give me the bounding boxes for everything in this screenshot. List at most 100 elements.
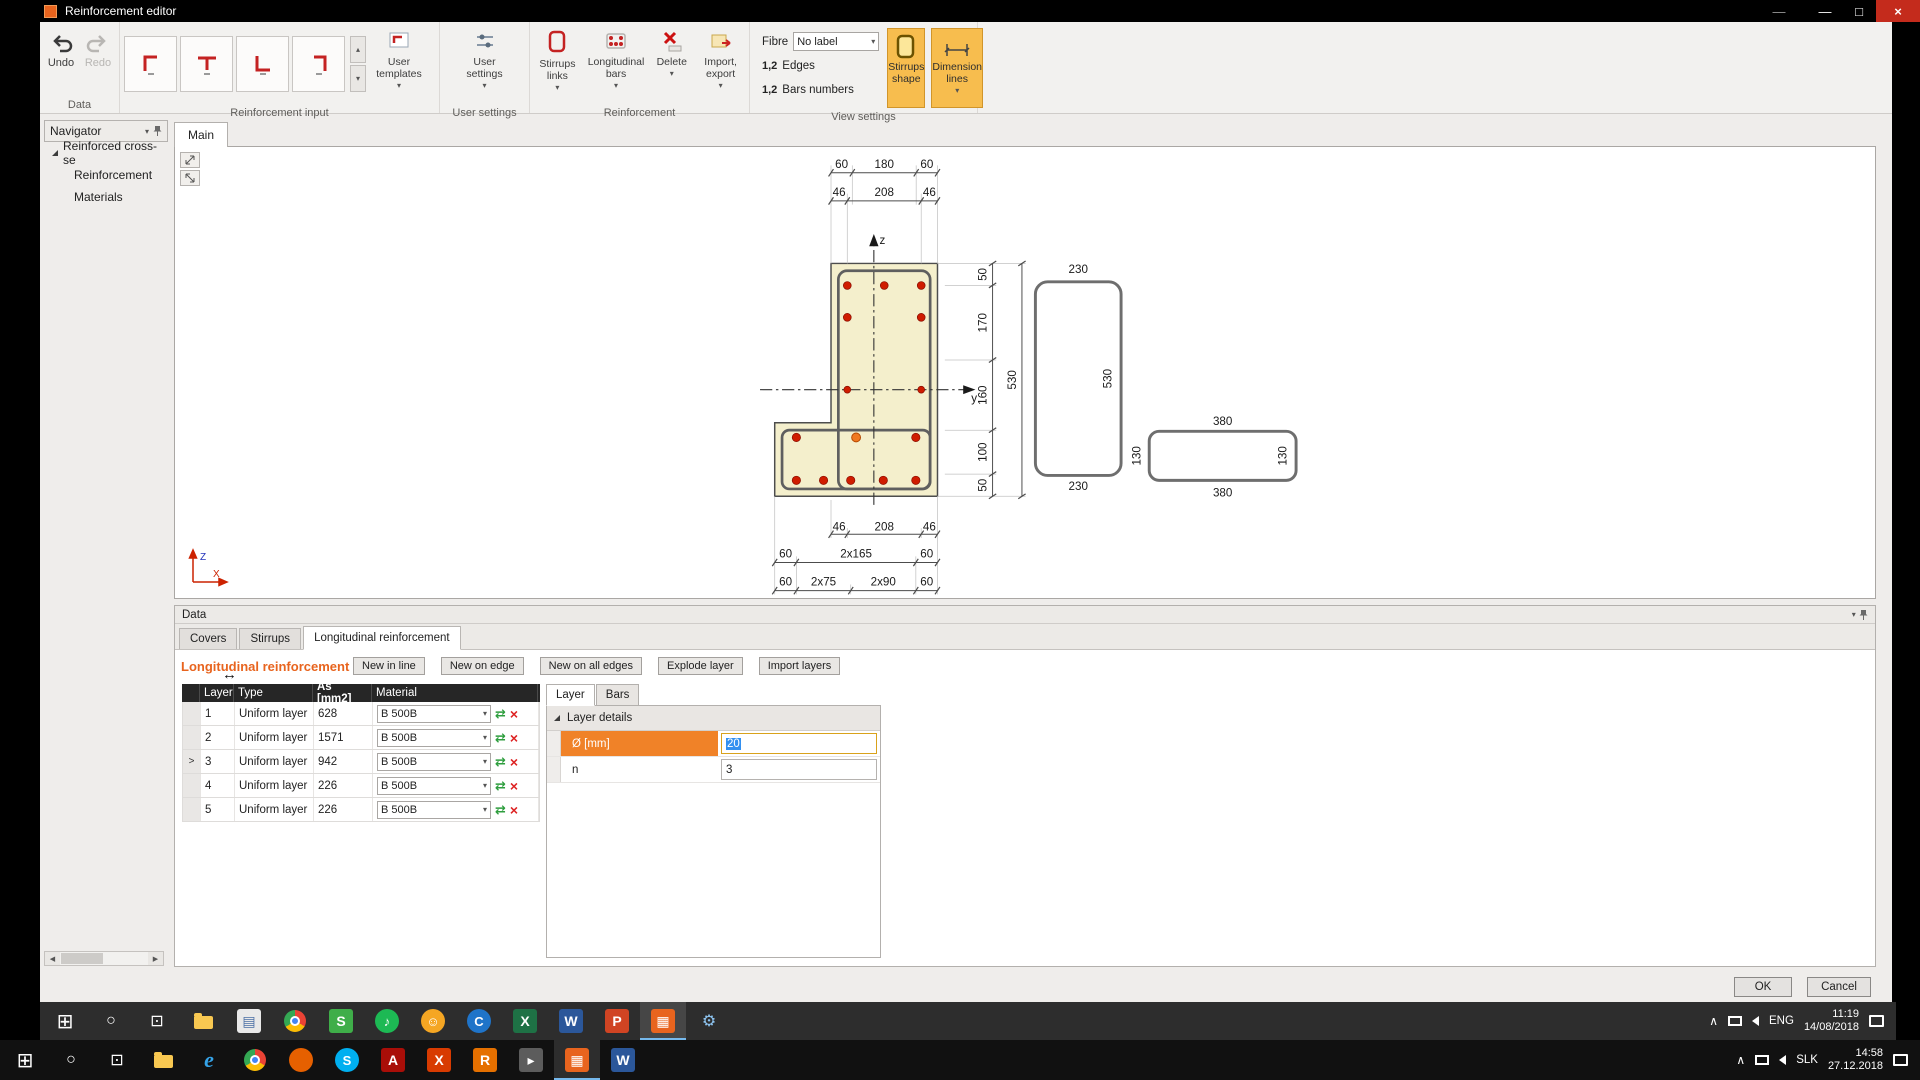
delete-layer-icon[interactable]: × <box>510 706 518 722</box>
diameter-row[interactable]: Ø [mm] 20 <box>547 731 880 757</box>
swap-material-icon[interactable]: ⇄ <box>495 706 506 722</box>
cross-section-drawing[interactable]: z y 60 180 60 46 208 46 46 208 46 60 2x1… <box>175 147 1875 598</box>
template-shape-2-button[interactable] <box>180 36 233 92</box>
tray-chevron-icon[interactable]: ∧ <box>1709 1014 1718 1028</box>
tray-volume-icon[interactable] <box>1779 1055 1787 1065</box>
layer-details-group[interactable]: Layer details <box>547 706 880 731</box>
material-select[interactable]: B 500B ▾ <box>377 800 491 819</box>
tab-bars[interactable]: Bars <box>595 684 640 706</box>
delete-button[interactable]: Delete ▾ <box>651 24 692 104</box>
user-settings-button[interactable]: User settings ▾ <box>455 24 515 104</box>
reinforcement-editor-icon[interactable]: ▦ <box>554 1040 600 1080</box>
new-in-line-button[interactable]: New in line <box>353 657 425 675</box>
blue-c-app-icon[interactable]: C <box>456 1002 502 1040</box>
new-on-all-edges-button[interactable]: New on all edges <box>539 657 643 675</box>
delete-layer-icon[interactable]: × <box>510 802 518 818</box>
expander-icon[interactable] <box>554 715 560 721</box>
task-view-icon[interactable]: ⊡ <box>134 1002 180 1040</box>
edges-toggle[interactable]: 1,2 Edges <box>762 56 879 75</box>
close-button[interactable]: × <box>1876 0 1920 22</box>
delete-layer-icon[interactable]: × <box>510 730 518 746</box>
start-icon[interactable]: ⊞ <box>42 1002 88 1040</box>
minimize-button[interactable]: — <box>1808 0 1842 22</box>
chevron-down-icon[interactable]: ▾ <box>145 127 149 136</box>
undo-button[interactable]: Undo <box>44 24 78 96</box>
tab-layer[interactable]: Layer <box>546 684 595 706</box>
tray-language[interactable]: ENG <box>1769 1015 1794 1027</box>
notification-center-icon[interactable] <box>1893 1054 1908 1066</box>
zoom-fit-button[interactable] <box>180 152 200 168</box>
word-icon[interactable]: W <box>548 1002 594 1040</box>
swap-material-icon[interactable]: ⇄ <box>495 754 506 770</box>
count-input[interactable]: 3 <box>721 759 877 780</box>
bars-numbers-toggle[interactable]: 1,2 Bars numbers <box>762 80 879 99</box>
start-icon[interactable]: ⊞ <box>2 1040 48 1080</box>
media-app-icon[interactable]: ▸ <box>508 1040 554 1080</box>
stirrups-shape-toggle[interactable]: Stirrups shape <box>887 28 926 108</box>
material-select[interactable]: B 500B ▾ <box>377 776 491 795</box>
pin-icon[interactable] <box>1859 609 1868 621</box>
material-select[interactable]: B 500B ▾ <box>377 704 491 723</box>
smiley-app-icon[interactable]: ☺ <box>410 1002 456 1040</box>
dimension-lines-toggle[interactable]: Dimension lines ▾ <box>931 28 983 108</box>
tab-stirrups[interactable]: Stirrups <box>239 628 302 649</box>
fibre-select[interactable]: No label ▾ <box>793 32 880 51</box>
template-scroll-down-button[interactable]: ▾ <box>350 65 366 92</box>
swap-material-icon[interactable]: ⇄ <box>495 802 506 818</box>
user-templates-button[interactable]: User templates ▾ <box>369 24 429 104</box>
tray-volume-icon[interactable] <box>1752 1016 1760 1026</box>
tray-display-icon[interactable] <box>1728 1016 1743 1026</box>
cancel-button[interactable]: Cancel <box>1807 977 1871 997</box>
table-row-selected[interactable]: > 3 Uniform layer 942 B 500B ▾ ⇄ × <box>182 750 540 774</box>
table-row[interactable]: 5 Uniform layer 226 B 500B ▾ ⇄ × <box>182 798 540 822</box>
scrollbar-thumb[interactable] <box>61 953 103 964</box>
notes-app-icon[interactable]: ▤ <box>226 1002 272 1040</box>
spotify-icon[interactable]: ♪ <box>364 1002 410 1040</box>
tray-clock[interactable]: 14:58 27.12.2018 <box>1828 1047 1883 1073</box>
chevron-down-icon[interactable]: ▾ <box>1852 610 1856 619</box>
search-icon[interactable]: ○ <box>88 1002 134 1040</box>
table-row[interactable]: 2 Uniform layer 1571 B 500B ▾ ⇄ × <box>182 726 540 750</box>
excel-icon[interactable]: X <box>502 1002 548 1040</box>
chrome-icon[interactable] <box>272 1002 318 1040</box>
firefox-icon[interactable] <box>278 1040 324 1080</box>
stirrups-links-button[interactable]: Stirrups links ▾ <box>534 24 581 104</box>
template-shape-3-button[interactable] <box>236 36 289 92</box>
restore-button[interactable]: □ <box>1842 0 1876 22</box>
tray-clock[interactable]: 11:19 14/08/2018 <box>1804 1008 1859 1034</box>
navigator-hscrollbar[interactable]: ◀ ▶ <box>44 951 164 966</box>
explode-layer-button[interactable]: Explode layer <box>658 657 743 675</box>
template-shape-1-button[interactable] <box>124 36 177 92</box>
drawing-canvas[interactable]: z y 60 180 60 46 208 46 46 208 46 60 2x1… <box>174 146 1876 599</box>
concrete-section[interactable] <box>773 262 939 498</box>
file-explorer-icon[interactable] <box>180 1002 226 1040</box>
scroll-left-icon[interactable]: ◀ <box>45 952 60 965</box>
redo-button[interactable]: Redo <box>81 24 115 96</box>
swap-material-icon[interactable]: ⇄ <box>495 730 506 746</box>
template-scroll-up-button[interactable]: ▴ <box>350 36 366 63</box>
reinforcement-editor-icon[interactable]: ▦ <box>640 1002 686 1040</box>
zoom-extent-button[interactable] <box>180 170 200 186</box>
scroll-right-icon[interactable]: ▶ <box>148 952 163 965</box>
scrollbar-track[interactable] <box>60 952 148 965</box>
powerpoint-icon[interactable]: P <box>594 1002 640 1040</box>
app-minimize-button[interactable]: — <box>1762 0 1796 22</box>
internet-explorer-icon[interactable]: e <box>186 1040 232 1080</box>
swap-material-icon[interactable]: ⇄ <box>495 778 506 794</box>
import-layers-button[interactable]: Import layers <box>758 657 841 675</box>
acrobat-icon[interactable]: A <box>370 1040 416 1080</box>
longitudinal-bars-button[interactable]: Longitudinal bars ▾ <box>585 24 647 104</box>
ok-button[interactable]: OK <box>1734 977 1792 997</box>
expander-icon[interactable] <box>52 150 58 156</box>
delete-layer-icon[interactable]: × <box>510 754 518 770</box>
material-select[interactable]: B 500B ▾ <box>377 728 491 747</box>
tray-language[interactable]: SLK <box>1796 1054 1818 1066</box>
gear-app-icon[interactable]: ⚙ <box>686 1002 732 1040</box>
import-export-button[interactable]: Import, export ▾ <box>696 24 745 104</box>
nav-item-reinforced-cross-section[interactable]: Reinforced cross-se <box>44 139 168 167</box>
tab-covers[interactable]: Covers <box>179 628 238 649</box>
mail-x-app-icon[interactable]: X <box>416 1040 462 1080</box>
count-row[interactable]: n 3 <box>547 757 880 783</box>
nav-item-reinforcement[interactable]: Reinforcement <box>44 164 168 186</box>
search-icon[interactable]: ○ <box>48 1040 94 1080</box>
